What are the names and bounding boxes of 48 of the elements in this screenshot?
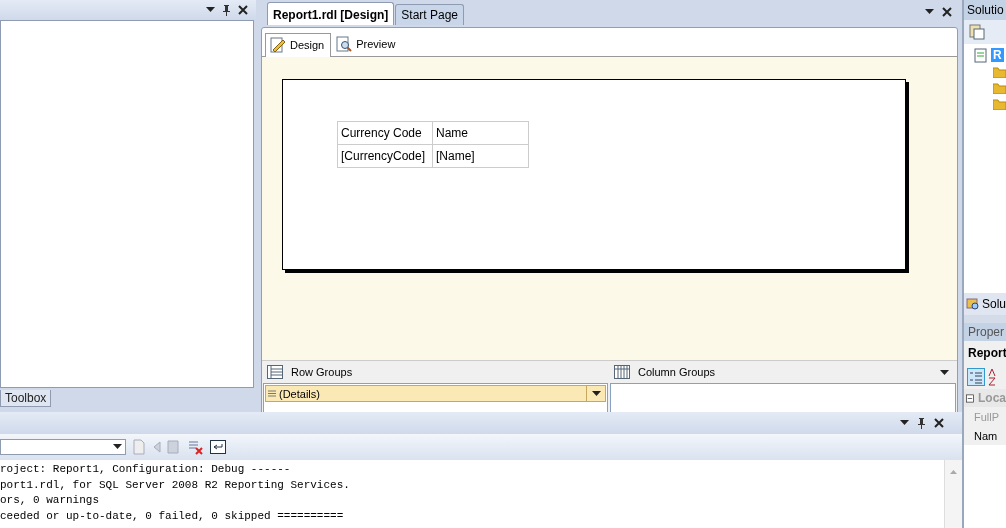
document-tab[interactable]: Start Page (395, 4, 465, 25)
grid-icon (614, 365, 630, 379)
dropdown-icon[interactable] (206, 7, 215, 13)
document-tab[interactable]: Report1.rdl [Design] (267, 2, 395, 25)
close-icon[interactable] (238, 5, 248, 15)
close-icon[interactable] (942, 7, 952, 17)
pin-icon[interactable] (222, 4, 231, 16)
dropdown-icon[interactable] (591, 390, 601, 397)
handle-icon (268, 390, 276, 397)
folder-icon[interactable] (993, 67, 1006, 78)
list-icon (267, 365, 283, 379)
close-icon[interactable] (934, 418, 944, 428)
panel-title: Solutio (967, 3, 1004, 17)
output-line: ors, 0 warnings (0, 493, 101, 508)
table-cell[interactable]: [Name] (432, 144, 529, 168)
clear-icon[interactable] (188, 439, 204, 455)
table-header-cell[interactable]: Currency Code (337, 121, 433, 145)
property-name[interactable]: Nam (964, 426, 1006, 445)
dropdown-icon[interactable] (113, 444, 122, 450)
pin-icon[interactable] (917, 417, 926, 429)
dropdown-icon[interactable] (940, 370, 949, 376)
view-tab[interactable]: Design (265, 33, 332, 57)
report-body[interactable]: Currency Code Name [CurrencyCode] [Name] (282, 79, 906, 270)
table-header-cell[interactable]: Name (432, 121, 529, 145)
folder-icon[interactable] (993, 83, 1006, 94)
folder-icon[interactable] (993, 99, 1006, 110)
output-line: ceeded or up-to-date, 0 failed, 0 skipped ========== (0, 508, 345, 524)
properties-icon[interactable] (969, 24, 985, 40)
panel-title: Proper (968, 325, 1005, 339)
sort-alpha-icon[interactable] (987, 368, 997, 386)
solution-icon (966, 297, 980, 311)
toolbox-tab[interactable]: Toolbox (0, 390, 52, 407)
group-item[interactable]: (Details) (265, 385, 606, 402)
word-wrap-icon[interactable] (210, 440, 226, 454)
pencil-icon (270, 37, 286, 53)
panel-title: Row Groups (291, 366, 353, 378)
view-tab[interactable]: Preview (331, 32, 403, 56)
output-line: port1.rdl, for SQL Server 2008 R2 Reporting Services. (0, 477, 351, 493)
collapse-icon[interactable] (966, 392, 974, 404)
table-cell[interactable]: [CurrencyCode] (337, 144, 433, 168)
category-label: Loca (978, 391, 1006, 405)
dropdown-icon[interactable] (925, 9, 934, 15)
dropdown-icon[interactable] (900, 420, 909, 426)
object-name: Report (968, 346, 1006, 360)
panel-title: Column Groups (638, 366, 716, 378)
output-line: roject: Report1, Configuration: Debug ------ (0, 462, 292, 477)
magnifier-icon (336, 36, 353, 52)
report-icon (974, 47, 989, 63)
